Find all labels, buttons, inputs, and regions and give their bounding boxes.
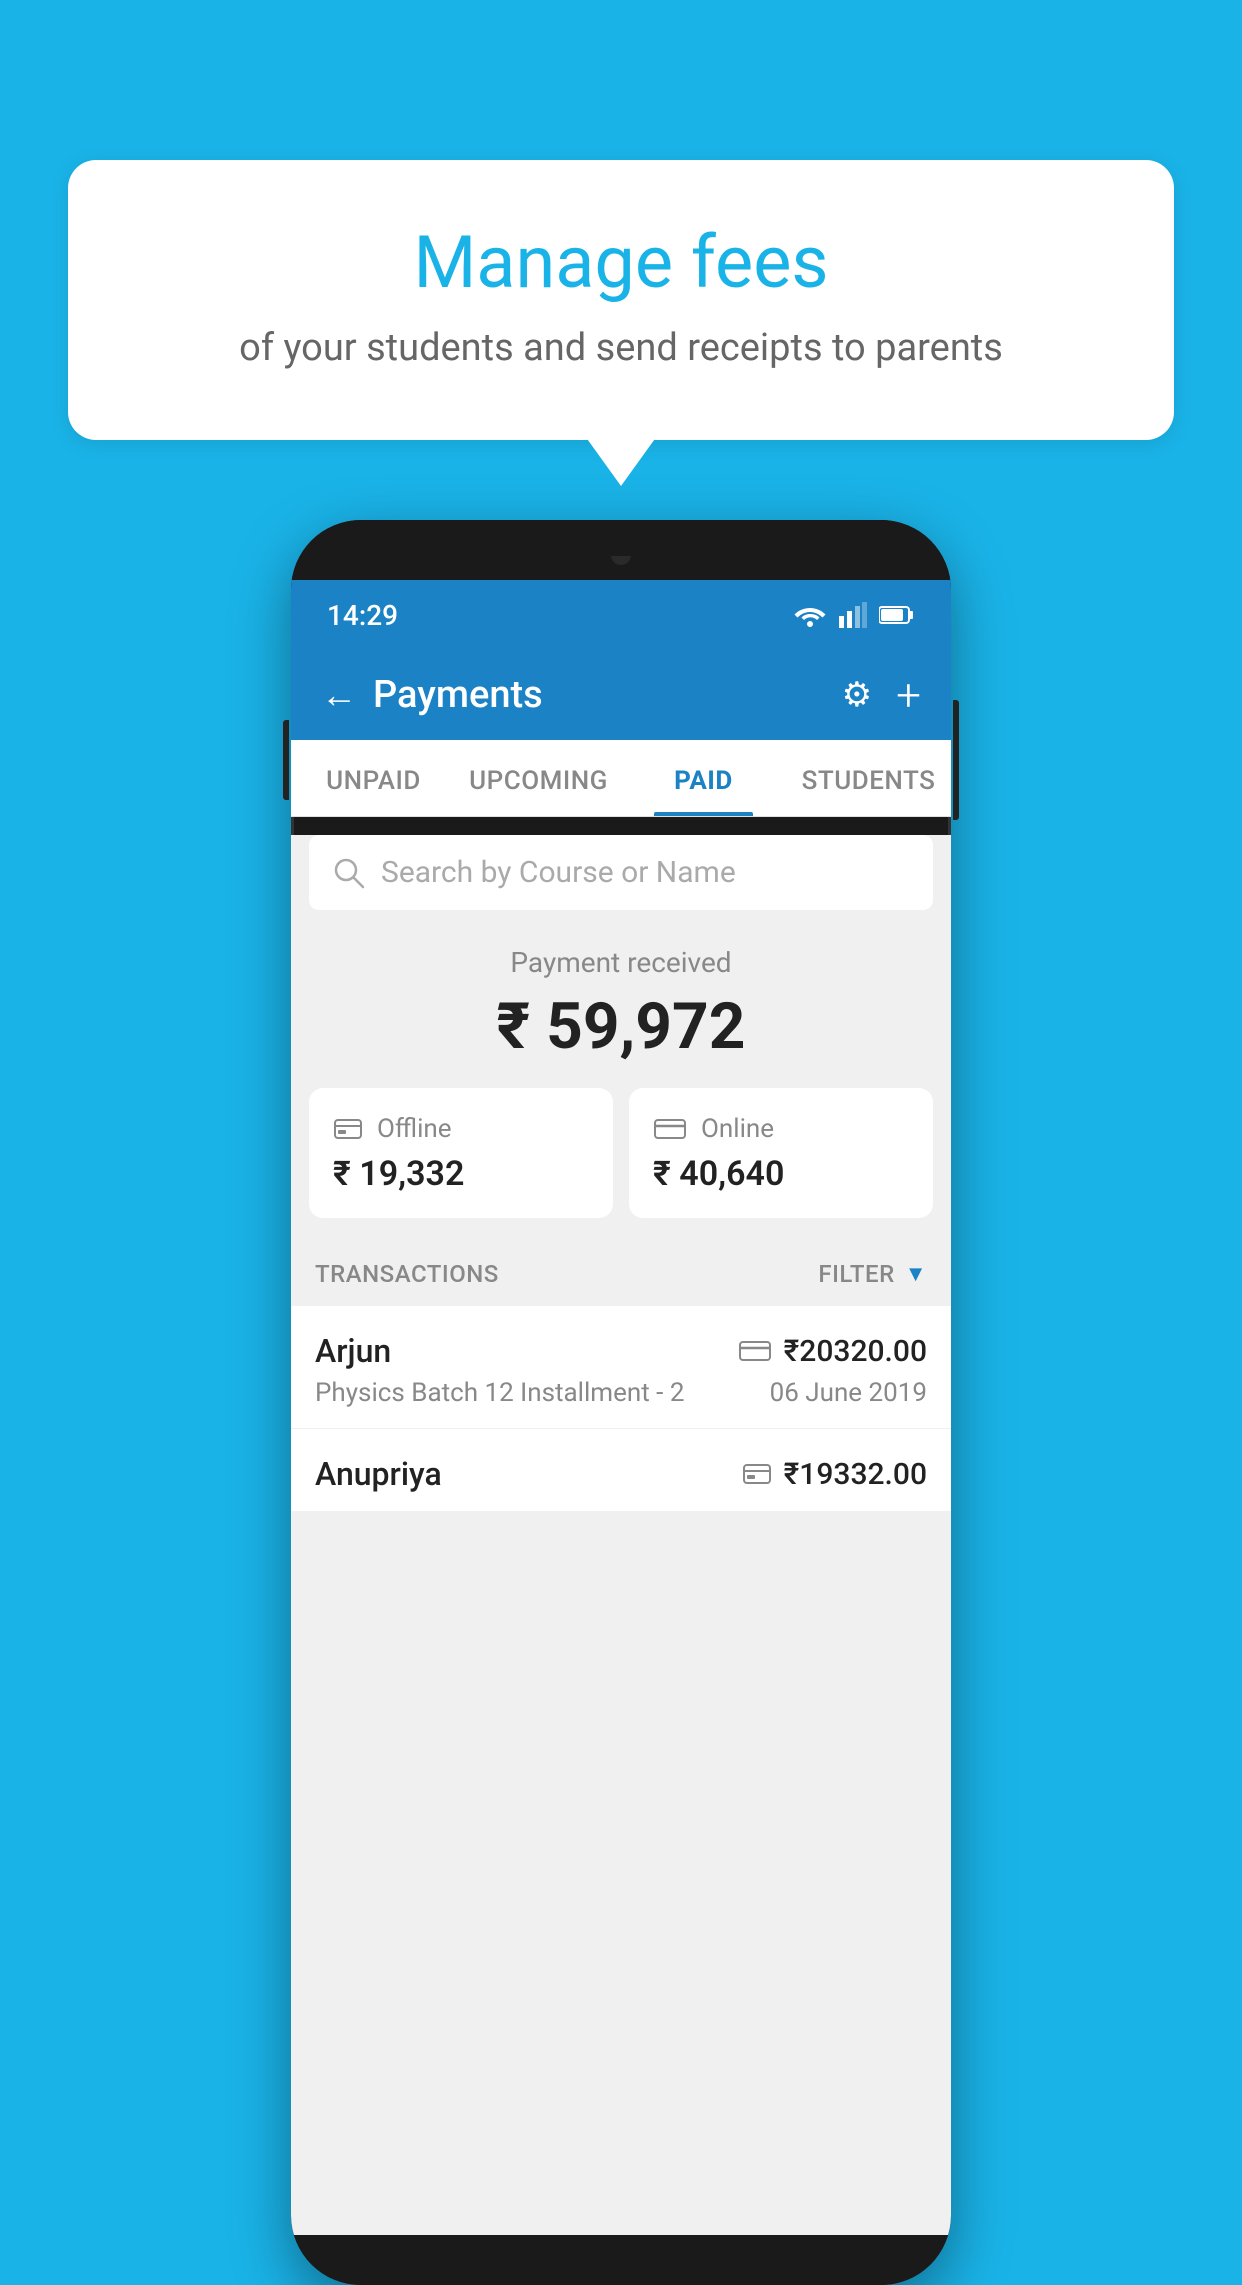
speech-bubble: Manage fees of your students and send re… (68, 160, 1174, 440)
wifi-icon (793, 602, 827, 628)
phone-side-button-right (953, 700, 959, 820)
transaction-course-1: Physics Batch 12 Installment - 2 (315, 1378, 684, 1408)
online-payment-card: Online ₹ 40,640 (629, 1088, 933, 1218)
bubble-subtitle: of your students and send receipts to pa… (148, 326, 1094, 370)
header-right: ⚙ + (842, 669, 921, 721)
transactions-label: TRANSACTIONS (315, 1260, 499, 1288)
status-time: 14:29 (327, 599, 398, 632)
transaction-date-1: 06 June 2019 (770, 1378, 927, 1408)
offline-tx-icon-2 (742, 1461, 772, 1487)
tab-students[interactable]: STUDENTS (786, 740, 951, 816)
transaction-main-2: Anupriya ₹19332.00 (315, 1455, 927, 1493)
offline-amount: ₹ 19,332 (333, 1154, 589, 1194)
app-header: ← Payments ⚙ + (291, 650, 951, 740)
transaction-amount-1: ₹20320.00 (784, 1334, 927, 1369)
phone-bottom (291, 2235, 951, 2285)
search-placeholder: Search by Course or Name (381, 855, 736, 890)
tab-unpaid[interactable]: UNPAID (291, 740, 456, 816)
online-label: Online (701, 1114, 774, 1144)
tab-upcoming[interactable]: UPCOMING (456, 740, 621, 816)
online-payment-icon (653, 1116, 687, 1142)
phone-top-area (291, 520, 951, 580)
back-button[interactable]: ← (321, 674, 357, 716)
status-icons (793, 602, 915, 628)
transaction-main-1: Arjun ₹20320.00 (315, 1332, 927, 1370)
phone-side-button-left (283, 720, 289, 800)
payment-summary: Payment received ₹ 59,972 (291, 910, 951, 1088)
status-bar: 14:29 (291, 580, 951, 650)
phone-frame: 14:29 (291, 520, 951, 2285)
battery-icon (879, 605, 915, 625)
offline-payment-card: Offline ₹ 19,332 (309, 1088, 613, 1218)
filter-button[interactable]: FILTER ▼ (818, 1260, 927, 1288)
payment-cards: Offline ₹ 19,332 Online ₹ (291, 1088, 951, 1242)
transaction-amount-row-1: ₹20320.00 (738, 1334, 927, 1369)
offline-card-header: Offline (333, 1114, 589, 1144)
transaction-amount-2: ₹19332.00 (784, 1457, 927, 1492)
offline-payment-icon (333, 1116, 363, 1142)
settings-icon[interactable]: ⚙ (842, 675, 872, 715)
transaction-name-2: Anupriya (315, 1455, 442, 1493)
transaction-amount-row-2: ₹19332.00 (742, 1457, 927, 1492)
search-bar[interactable]: Search by Course or Name (309, 835, 933, 910)
transactions-header: TRANSACTIONS FILTER ▼ (291, 1242, 951, 1306)
payment-received-label: Payment received (291, 946, 951, 979)
online-card-header: Online (653, 1114, 909, 1144)
add-button[interactable]: + (896, 669, 921, 721)
page-title: Payments (373, 673, 543, 717)
transaction-row-partial[interactable]: Anupriya ₹19332.00 (291, 1429, 951, 1512)
bubble-title: Manage fees (148, 220, 1094, 306)
search-icon (333, 857, 365, 889)
header-left: ← Payments (321, 673, 543, 717)
phone-wrapper: 14:29 (291, 520, 951, 2285)
filter-icon: ▼ (905, 1261, 927, 1287)
transaction-name-1: Arjun (315, 1332, 391, 1370)
phone-notch (561, 520, 681, 556)
online-tx-icon-1 (738, 1338, 772, 1364)
speech-bubble-container: Manage fees of your students and send re… (68, 160, 1174, 440)
offline-label: Offline (377, 1114, 452, 1144)
online-amount: ₹ 40,640 (653, 1154, 909, 1194)
tab-paid[interactable]: PAID (621, 740, 786, 816)
app-content: Search by Course or Name Payment receive… (291, 835, 951, 2235)
transaction-sub-1: Physics Batch 12 Installment - 2 06 June… (315, 1378, 927, 1408)
tabs-bar: UNPAID UPCOMING PAID STUDENTS (291, 740, 951, 817)
signal-icon (839, 602, 867, 628)
transaction-row[interactable]: Arjun ₹20320.00 Physics Batch 12 Install… (291, 1306, 951, 1429)
payment-total-amount: ₹ 59,972 (291, 989, 951, 1064)
filter-label: FILTER (818, 1260, 894, 1288)
